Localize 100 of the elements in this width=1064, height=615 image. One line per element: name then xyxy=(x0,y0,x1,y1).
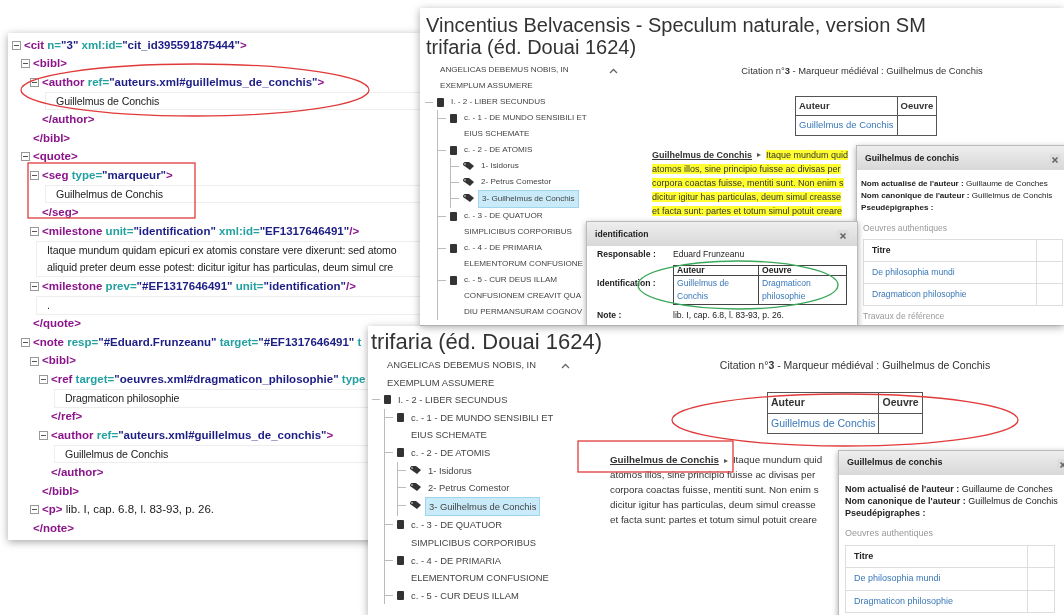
collapse-icon[interactable] xyxy=(30,78,39,87)
tag-icon xyxy=(463,178,474,186)
collapse-icon[interactable] xyxy=(39,375,48,385)
column-header: Oeuvre xyxy=(762,264,792,275)
column-header: Oeuvre xyxy=(897,96,937,116)
citation-item[interactable]: 2- Petrus Comestor xyxy=(425,479,513,497)
xml-close-tag: </author> xyxy=(42,111,95,129)
xml-close-tag: </note> xyxy=(33,519,74,537)
xml-close-tag: </bibl> xyxy=(33,129,71,147)
field-value: Eduard Frunzeanu xyxy=(673,248,745,261)
tree-item[interactable]: c. - 5 - CUR DEUS ILLAM xyxy=(408,586,522,605)
section-title: Travaux de référence xyxy=(862,309,946,323)
tree-item[interactable]: ANGELICAS DEBEMUS NOBIS, IN EXEMPLUM ASSUMERE xyxy=(384,356,539,392)
citation-item[interactable]: 3- Guilhelmus de Conchis xyxy=(425,496,541,517)
page-title: trifaria (éd. Douai 1624) xyxy=(370,328,604,353)
xml-tag: <p> lib. I, cap. 6.8, l. 83-93, p. 26. xyxy=(42,501,214,519)
book-icon xyxy=(397,590,404,600)
quote-line: et facta sunt: partes et totum simul potuit creare xyxy=(610,514,817,526)
quote-line: corpora coactas fuisse, mentiti sunt. Non enim s xyxy=(610,484,819,496)
section-title: Oeuvres authentiques xyxy=(862,222,949,235)
author-field: Nom canonique de l'auteur : Guillelmus de Conchis xyxy=(839,495,1064,507)
tag-icon xyxy=(410,483,421,492)
xml-close-tag: </quote> xyxy=(33,315,81,333)
xml-close-tag: </author> xyxy=(51,463,104,482)
book-icon xyxy=(450,146,457,155)
tree-item[interactable]: ANGELICAS DEBEMUS NOBIS, IN EXEMPLUM ASSUMERE xyxy=(437,62,572,94)
tree-item[interactable]: I. - 2 - LIBER SECUNDUS xyxy=(448,94,549,110)
xml-close-tag: </bibl> xyxy=(42,482,80,500)
collapse-icon[interactable] xyxy=(30,226,39,236)
page-title: Vincentius Belvacensis - Speculum naturale, version SM trifaria (éd. Douai 1624) xyxy=(425,13,927,58)
xml-tag: <bibl> xyxy=(33,55,67,73)
collapse-icon[interactable] xyxy=(21,152,30,162)
book-icon xyxy=(397,520,404,530)
column-header: Titre xyxy=(845,545,1028,568)
collapse-icon[interactable] xyxy=(12,40,21,50)
column-header: Oeuvre xyxy=(878,392,923,413)
xml-tag: <ref target="oeuvres.xml#dragmaticon_philosophie" type xyxy=(51,371,366,389)
popup-title: Guilhelmus de conchis xyxy=(865,151,960,165)
citation-item[interactable]: 2- Petrus Comestor xyxy=(478,174,555,190)
xml-tag: <author ref="auteurs.xml#guillelmus_de_conchis"> xyxy=(51,426,334,444)
author-field: Pseudépigraphes : xyxy=(839,507,1064,519)
tag-icon xyxy=(463,162,474,170)
marker-link[interactable]: Guilhelmus de Conchis xyxy=(610,454,719,466)
dialog-title: identification xyxy=(595,227,649,241)
xml-tag: <author ref="auteurs.xml#guillelmus_de_conchis"> xyxy=(42,73,325,92)
text-node: . xyxy=(36,295,420,315)
tag-icon xyxy=(410,500,421,509)
xml-tag: <quote> xyxy=(33,148,78,166)
quote-line: dicitur igitur has particulas, deum simul creasse xyxy=(610,499,816,511)
xml-tag: <note resp="#Eduard.Frunzeanu" target="#EF1317646491" t xyxy=(33,333,362,352)
tree-item[interactable]: I. - 2 - LIBER SECUNDUS xyxy=(395,391,511,409)
author-field: Nom actualisé de l'auteur : Guillaume de Conches xyxy=(839,483,1064,495)
collapse-icon[interactable] xyxy=(21,59,30,69)
text-node: Guilhelmus de Conchis xyxy=(45,184,420,204)
text-node: Guillelmus de Conchis xyxy=(45,91,420,111)
citation-heading: Citation n°3 - Marqueur médiéval : Guilhelmus de Conchis xyxy=(718,358,992,373)
tree-item[interactable]: c. - 2 - DE ATOMIS xyxy=(461,142,536,158)
section-title: Oeuvres authentiques xyxy=(844,527,935,540)
close-icon[interactable] xyxy=(837,230,849,242)
text-node: Itaque mundum quidam epicuri ex atomis constare vere dixerunt: sed atomo aliquid preter deum esse potest: dicitur igitur has particulas, deum simul cre xyxy=(36,240,420,278)
xml-tag: <milestone unit="identification" xml:id="EF1317646491"/> xyxy=(42,222,360,240)
xml-tag: <bibl> xyxy=(42,352,76,370)
column-header: Titre xyxy=(863,239,1037,262)
author-field: Nom canonique de l'auteur : Guillelmus de Conchis xyxy=(857,190,1064,202)
citation-item[interactable]: 1- Isidorus xyxy=(425,461,475,480)
marker-link[interactable]: Guilhelmus de Conchis xyxy=(652,149,752,160)
tree-item[interactable]: c. - 5 - CUR DEUS ILLAM CONFUSIONEM CREAVIT QUA DIU PERMANSURAM COGNOV xyxy=(461,272,586,320)
xml-tag: <seg type="marqueur"> xyxy=(42,166,173,185)
close-icon[interactable] xyxy=(1049,154,1061,166)
column-header: Auteur xyxy=(767,392,879,413)
tree-item[interactable]: c. - 2 - DE ATOMIS xyxy=(408,443,494,462)
citation-heading: Citation n°3 - Marqueur médiéval : Guilhelmus de Conchis xyxy=(740,64,984,78)
citation-item[interactable]: 1- Isidorus xyxy=(478,158,522,174)
collapse-icon[interactable] xyxy=(30,505,39,515)
xml-close-tag: </seg> xyxy=(42,204,79,222)
tag-icon xyxy=(463,194,474,202)
collapse-icon[interactable] xyxy=(39,430,48,440)
collapse-icon[interactable] xyxy=(30,282,39,292)
popup-title: Guillelmus de conchis xyxy=(847,456,943,470)
book-icon xyxy=(397,555,404,565)
scroll-up-icon[interactable] xyxy=(609,68,618,74)
field-value: lib. I, cap. 6.8, l. 83-93, p. 26. xyxy=(673,308,784,322)
field-label: Responsable : xyxy=(597,248,657,261)
collapse-icon[interactable] xyxy=(30,356,39,366)
citation-item[interactable]: 3- Guilhelmus de Conchis xyxy=(478,190,579,208)
xml-tag: <cit n="3" xml:id="cit_id395591875444"> xyxy=(24,36,247,54)
collapse-icon[interactable] xyxy=(30,170,39,180)
book-icon xyxy=(397,447,404,457)
xml-tag: <milestone prev="#EF1317646491" unit="identification"/> xyxy=(42,278,356,296)
bullet-icon xyxy=(721,456,730,465)
field-label: Note : xyxy=(597,308,623,322)
author-field: Pseudépigraphes : xyxy=(857,202,1064,214)
column-header: Auteur xyxy=(677,264,705,275)
scroll-up-icon[interactable] xyxy=(561,363,570,369)
xml-close-tag: </ref> xyxy=(51,408,83,426)
column-header: Auteur xyxy=(795,96,897,116)
bullet-icon xyxy=(755,151,763,160)
quote-line: Itaque mundum quid xyxy=(732,454,823,466)
collapse-icon[interactable] xyxy=(21,337,30,347)
book-icon xyxy=(450,212,457,221)
